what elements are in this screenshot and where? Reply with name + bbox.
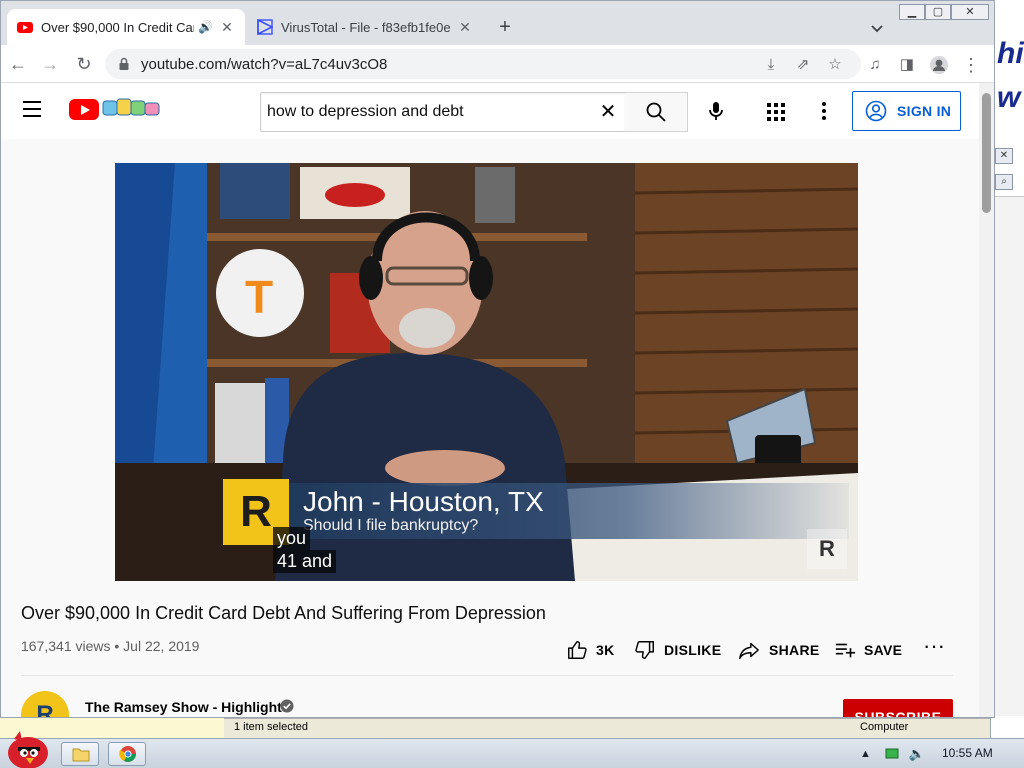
divider [21,675,953,676]
search-button[interactable] [625,92,688,132]
maximize-icon[interactable]: ▢ [925,4,951,20]
youtube-favicon-icon [17,22,33,33]
search-icon[interactable]: ⌕ [995,174,1013,190]
youtube-logo[interactable] [69,99,99,120]
lower-third-banner: R John - Houston, TX Should I file bankr… [223,479,858,545]
profile-icon[interactable] [929,55,949,75]
share-button[interactable]: SHARE [737,639,820,661]
new-tab-icon[interactable]: + [495,17,515,37]
subscribe-button[interactable]: SUBSCRIBE [843,699,953,717]
save-button[interactable]: SAVE [834,639,902,661]
caption-line: you [273,527,311,550]
search-input[interactable] [267,101,587,123]
account-icon [865,100,887,122]
chrome-icon [119,746,136,762]
taskbar-clock[interactable]: 10:55 AM [942,746,993,760]
taskbar-chrome-button[interactable] [108,742,146,766]
lock-icon[interactable] [117,57,131,71]
tab-title: Over $90,000 In Credit Car [41,19,195,35]
folder-icon [72,748,90,762]
tab-strip: Over $90,000 In Credit Car 🔊 ✕ VirusTota… [1,1,994,45]
close-tab-icon[interactable]: ✕ [219,19,235,35]
background-window-text: hi w [997,37,1024,114]
lower-third-bar: John - Houston, TX Should I file bankrup… [289,483,849,539]
caption-line: 41 and [273,550,337,573]
video-title: Over $90,000 In Credit Card Debt And Suf… [21,603,546,623]
youtube-header: ✕ SIGN IN [1,83,979,139]
tab-title: VirusTotal - File - f83efb1fe0e [281,19,451,35]
address-bar[interactable]: youtube.com/watch?v=aL7c4uv3cO8 [105,49,861,79]
volume-icon[interactable]: 🔈 [909,746,925,762]
tab-youtube[interactable]: Over $90,000 In Credit Car 🔊 ✕ [7,9,245,45]
search-icon [646,102,666,122]
menu-kebab-icon[interactable]: ⋮ [961,55,981,75]
tray-expand-icon[interactable]: ▲ [860,748,871,760]
start-button-angry-bird-icon[interactable] [2,729,52,768]
browser-toolbar: ← → ↻ youtube.com/watch?v=aL7c4uv3cO8 ⤓ … [1,45,994,83]
youtube-page: ✕ SIGN IN [1,83,979,717]
svg-text:T: T [245,271,273,323]
dislike-button[interactable]: DISLIKE [634,639,721,661]
tab-virustotal[interactable]: VirusTotal - File - f83efb1fe0e ✕ [247,9,483,45]
verified-badge-icon [280,699,294,713]
video-meta: 167,341 views • Jul 22, 2019 [21,638,200,654]
minimize-icon[interactable]: ▁ [899,4,925,20]
like-count: 3K [596,642,615,658]
video-player[interactable]: T R John - Houston, TX Should I file ban… [115,163,858,581]
channel-name[interactable]: The Ramsey Show - Highlights [85,699,290,715]
close-icon[interactable]: ✕ [995,148,1013,164]
taskbar-explorer-button[interactable] [61,742,99,766]
back-icon[interactable]: ← [7,53,29,75]
page-scrollbar[interactable] [979,83,994,717]
speaker-icon[interactable]: 🔊 [198,20,213,34]
window-close-icon[interactable]: ✕ [951,4,989,20]
thumbs-up-icon [568,641,587,659]
hamburger-menu-icon[interactable] [23,101,43,117]
share-arrow-icon [739,642,759,659]
sign-in-label: SIGN IN [897,103,952,119]
like-button[interactable]: 3K [566,639,615,661]
microphone-icon[interactable] [704,99,728,123]
dislike-label: DISLIKE [664,642,722,658]
apps-grid-icon[interactable] [767,103,785,121]
system-tray: ▲ 🔈 [860,744,925,764]
scrollbar-thumb[interactable] [982,93,991,213]
tab-search-chevron-icon[interactable] [867,19,887,39]
share-label: SHARE [769,642,820,658]
url-text: youtube.com/watch?v=aL7c4uv3cO8 [141,55,388,73]
media-control-icon[interactable]: ♫ [865,55,885,75]
forward-icon[interactable]: → [39,53,61,75]
explorer-status-bar: 1 item selected Computer [224,718,990,738]
add-to-playlist-icon [835,643,856,658]
youtube-doodle-logo [102,98,160,116]
share-icon[interactable]: ⇗ [793,55,813,75]
more-actions-icon[interactable]: ··· [923,635,945,657]
channel-avatar[interactable]: R [21,691,69,717]
clear-search-icon[interactable]: ✕ [597,101,619,123]
caller-name: John - Houston, TX [303,486,544,517]
thumbs-down-icon [635,641,654,659]
location-status: Computer [860,721,909,733]
caller-question: Should I file bankruptcy? [303,517,479,534]
background-window: hi w ✕ ⌕ [990,0,1024,740]
channel-watermark[interactable]: R [807,529,847,569]
bookmark-star-icon[interactable]: ☆ [825,55,845,75]
background-window-panel [991,196,1024,716]
network-icon[interactable] [885,748,899,760]
side-panel-icon[interactable]: ◨ [897,55,917,75]
chrome-window: Over $90,000 In Credit Car 🔊 ✕ VirusTota… [0,0,995,718]
install-app-icon[interactable]: ⤓ [761,55,781,75]
virustotal-favicon-icon [257,19,273,35]
settings-kebab-icon[interactable] [821,99,827,123]
sign-in-button[interactable]: SIGN IN [852,91,961,131]
close-tab-icon[interactable]: ✕ [457,19,473,35]
save-label: SAVE [864,642,903,658]
reload-icon[interactable]: ↻ [73,53,95,75]
selection-status: 1 item selected [234,721,308,733]
search-box[interactable]: ✕ [260,92,626,132]
